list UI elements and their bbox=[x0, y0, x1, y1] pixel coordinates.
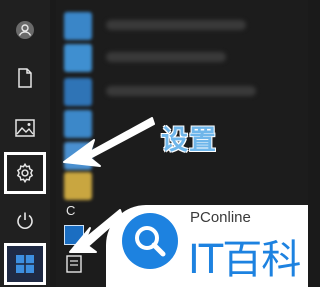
app-tile[interactable] bbox=[64, 44, 92, 72]
power-icon bbox=[15, 211, 35, 231]
watermark-brand-text: PConline bbox=[190, 209, 251, 226]
gear-icon bbox=[14, 162, 36, 184]
app-label-placeholder bbox=[106, 20, 246, 30]
arrow-icon bbox=[60, 110, 156, 177]
document-icon bbox=[17, 68, 33, 88]
settings-button[interactable] bbox=[4, 152, 46, 194]
start-menu-rail bbox=[0, 0, 50, 287]
start-button[interactable] bbox=[4, 243, 46, 285]
power-button[interactable] bbox=[0, 203, 50, 239]
pictures-icon bbox=[15, 119, 35, 137]
settings-callout-label: 设置 bbox=[161, 125, 217, 156]
documents-button[interactable] bbox=[0, 60, 50, 96]
app-label-placeholder bbox=[106, 86, 256, 96]
windows-logo-icon bbox=[15, 254, 35, 274]
app-tile[interactable] bbox=[64, 78, 92, 106]
pictures-button[interactable] bbox=[0, 110, 50, 146]
user-icon bbox=[15, 20, 35, 40]
user-account-button[interactable] bbox=[0, 12, 50, 48]
search-logo-icon bbox=[122, 213, 178, 269]
app-label-placeholder bbox=[106, 52, 226, 62]
pconline-watermark: PConline IT百科 bbox=[106, 205, 308, 287]
watermark-site-name: IT百科 bbox=[188, 237, 301, 283]
app-tile[interactable] bbox=[64, 12, 92, 40]
